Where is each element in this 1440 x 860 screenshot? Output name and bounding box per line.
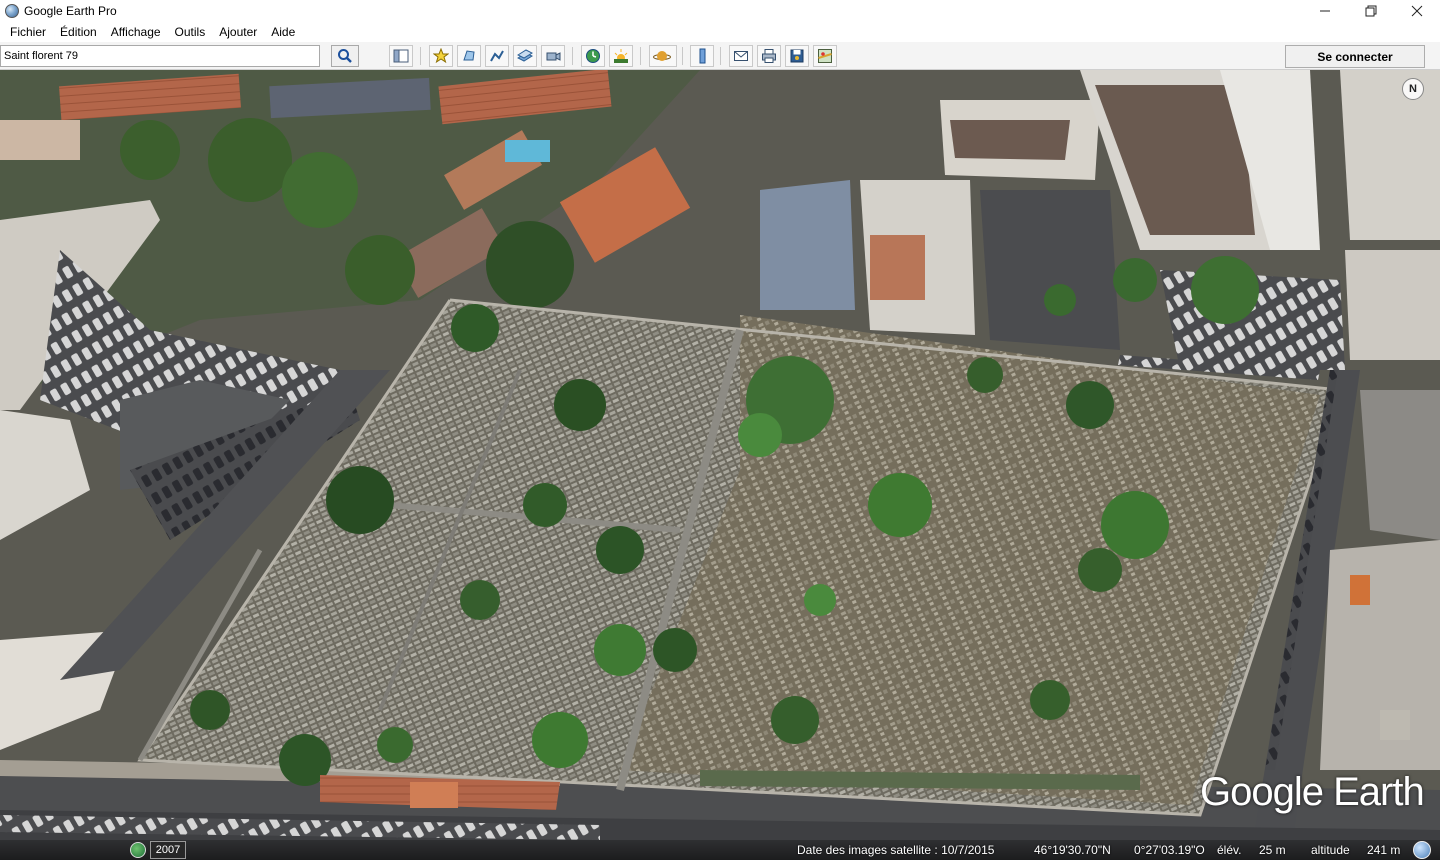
add-path-button[interactable] — [485, 45, 509, 67]
toolbar-separator — [720, 47, 721, 65]
switch-planet-button[interactable] — [649, 45, 677, 67]
minimize-icon — [1320, 10, 1330, 12]
window-controls — [1302, 0, 1440, 22]
search-icon — [338, 49, 352, 63]
toolbar-separator — [682, 47, 683, 65]
compass-north-button[interactable]: N — [1402, 78, 1424, 100]
imagery-date: Date des images satellite : 10/7/2015 — [797, 843, 995, 857]
menu-fichier[interactable]: Fichier — [3, 25, 53, 39]
email-button[interactable] — [729, 45, 753, 67]
sign-in-button[interactable]: Se connecter — [1285, 45, 1425, 68]
latitude-readout: 46°19'30.70"N — [1034, 843, 1111, 857]
toolbar-separator — [420, 47, 421, 65]
close-button[interactable] — [1394, 0, 1440, 22]
path-icon — [490, 50, 504, 62]
historical-imagery-icon[interactable] — [130, 842, 146, 858]
add-placemark-button[interactable] — [429, 45, 453, 67]
record-tour-icon — [546, 52, 561, 61]
menu-bar: Fichier Édition Affichage Outils Ajouter… — [0, 22, 1440, 42]
window-title: Google Earth Pro — [24, 4, 117, 18]
add-image-overlay-button[interactable] — [513, 45, 537, 67]
menu-ajouter[interactable]: Ajouter — [212, 25, 264, 39]
view-in-maps-button[interactable] — [813, 45, 837, 67]
sunlight-button[interactable] — [609, 45, 633, 67]
historical-imagery-year[interactable]: 2007 — [150, 841, 186, 859]
planet-icon — [653, 51, 671, 61]
add-polygon-button[interactable] — [457, 45, 481, 67]
restore-button[interactable] — [1348, 0, 1394, 22]
satellite-imagery[interactable] — [0, 70, 1440, 860]
save-image-icon — [790, 49, 804, 63]
minimize-button[interactable] — [1302, 0, 1348, 22]
record-tour-button[interactable] — [541, 45, 565, 67]
polygon-icon — [463, 50, 475, 61]
print-button[interactable] — [757, 45, 781, 67]
globe-icon — [1413, 841, 1431, 859]
close-icon — [1411, 5, 1423, 17]
elevation-value: 25 m — [1259, 843, 1286, 857]
toolbar-separator — [640, 47, 641, 65]
status-bar: 2007 Date des images satellite : 10/7/20… — [0, 840, 1440, 860]
historical-imagery-icon — [586, 49, 600, 63]
menu-affichage[interactable]: Affichage — [104, 25, 168, 39]
sidebar-icon — [393, 49, 409, 63]
sunlight-icon — [614, 49, 628, 63]
maps-icon — [818, 49, 832, 63]
historical-imagery-button[interactable] — [581, 45, 605, 67]
menu-edition[interactable]: Édition — [53, 25, 104, 39]
toolbar: Se connecter — [0, 42, 1440, 70]
toolbar-separator — [572, 47, 573, 65]
altitude-label: altitude — [1311, 843, 1350, 857]
print-icon — [762, 49, 776, 63]
email-icon — [734, 51, 748, 61]
altitude-value: 241 m — [1367, 843, 1401, 857]
elevation-label: élév. — [1217, 843, 1242, 857]
google-earth-logo: Google Earth — [1200, 770, 1425, 814]
image-overlay-icon — [517, 49, 533, 62]
search-button[interactable] — [331, 45, 359, 67]
google-earth-app-icon — [5, 4, 19, 18]
title-bar: Google Earth Pro — [0, 0, 1440, 22]
ruler-icon — [699, 48, 706, 64]
save-image-button[interactable] — [785, 45, 809, 67]
map-view[interactable]: N Google Earth 2007 Date des images sate… — [0, 70, 1440, 860]
ruler-button[interactable] — [690, 45, 714, 67]
menu-outils[interactable]: Outils — [168, 25, 213, 39]
search-input[interactable] — [0, 45, 320, 67]
sidebar-toggle-button[interactable] — [389, 45, 413, 67]
placemark-icon — [433, 48, 449, 64]
longitude-readout: 0°27'03.19"O — [1134, 843, 1205, 857]
menu-aide[interactable]: Aide — [264, 25, 302, 39]
restore-icon — [1365, 5, 1377, 17]
